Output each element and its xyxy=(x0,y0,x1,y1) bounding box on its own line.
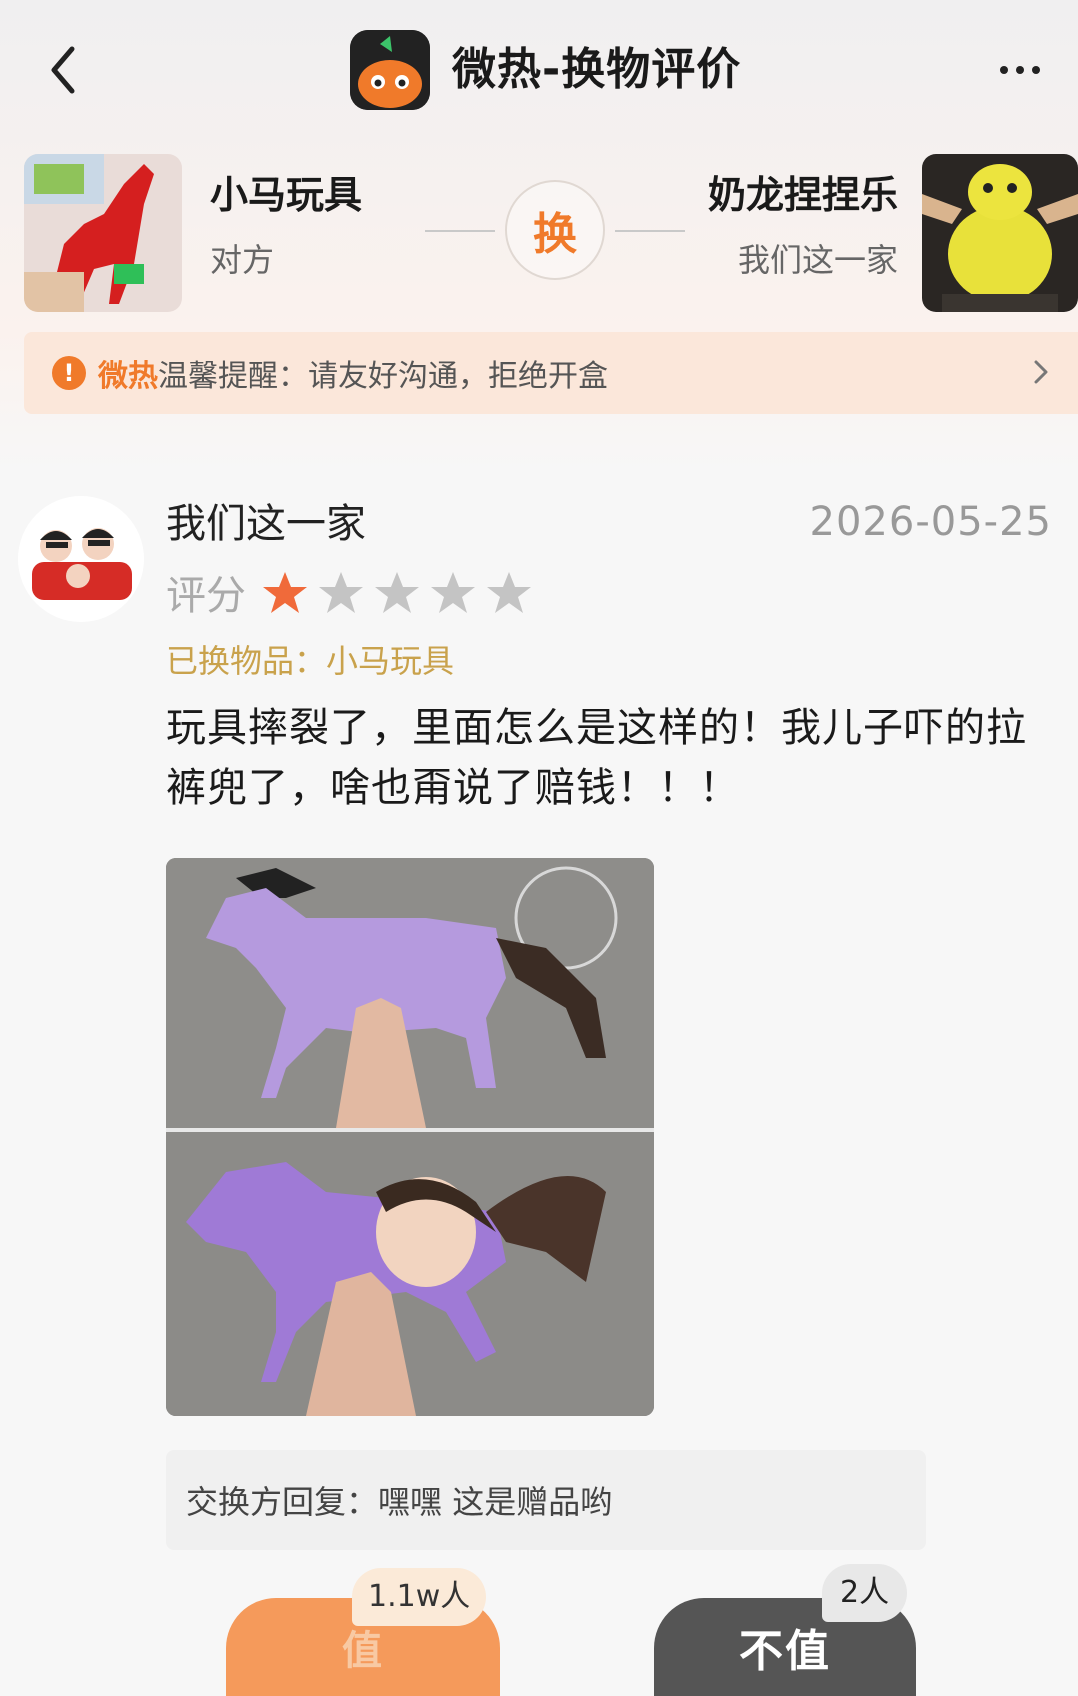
reply-label: 交换方回复： xyxy=(186,1483,379,1521)
header: 微热-换物评价 xyxy=(0,0,1078,140)
reminder-brand: 微热 xyxy=(98,359,158,394)
left-item-name: 小马玩具 xyxy=(210,173,363,217)
more-options-button[interactable] xyxy=(990,50,1050,90)
warning-icon: ! xyxy=(52,356,86,390)
reminder-bar[interactable]: ! 微热 温馨提醒：请友好沟通，拒绝开盒 xyxy=(24,332,1078,414)
dot-icon xyxy=(1032,66,1040,74)
app-logo xyxy=(350,30,430,110)
star-empty-icon xyxy=(487,572,531,613)
photo-panel-bottom xyxy=(166,1132,654,1416)
reminder-text: 温馨提醒：请友好沟通，拒绝开盒 xyxy=(158,359,608,394)
not-worth-label: 不值 xyxy=(739,1626,831,1677)
dot-icon xyxy=(1016,66,1024,74)
rating-label: 评分 xyxy=(166,573,246,619)
review-date: 2026-05-25 xyxy=(809,499,1052,545)
avatar[interactable] xyxy=(18,496,144,622)
dot-icon xyxy=(1000,66,1008,74)
seller-reply: 交换方回复： 嘿嘿 这是赠品哟 xyxy=(166,1450,926,1550)
reviewer-name: 我们这一家 xyxy=(166,501,366,547)
rating-stars xyxy=(262,570,532,616)
exchanged-item-label: 已换物品： xyxy=(166,642,327,680)
star-empty-icon xyxy=(319,572,363,613)
exchanged-item-line: 已换物品：小马玩具 xyxy=(166,636,454,686)
star-empty-icon xyxy=(375,572,419,613)
swap-line-right xyxy=(615,230,685,232)
star-empty-icon xyxy=(431,572,475,613)
chevron-left-icon xyxy=(51,46,75,94)
exchange-summary: 小马玩具 对方 换 奶龙捏捏乐 我们这一家 xyxy=(0,150,1078,320)
right-item-name: 奶龙捏捏乐 xyxy=(707,173,898,217)
not-worth-count-badge: 2人 xyxy=(822,1564,908,1622)
chevron-right-icon xyxy=(1034,360,1048,384)
photo-panel-top xyxy=(166,858,654,1128)
swap-badge: 换 xyxy=(505,180,605,280)
swap-line-left xyxy=(425,230,495,232)
star-filled-icon xyxy=(263,572,307,613)
back-button[interactable] xyxy=(38,40,88,100)
exchanged-item-name[interactable]: 小马玩具 xyxy=(326,642,454,680)
worth-count-badge: 1.1w人 xyxy=(352,1568,487,1626)
left-item-thumbnail[interactable] xyxy=(24,154,182,312)
review-text: 玩具摔裂了，里面怎么是这样的！我儿子吓的拉裤兜了，啥也甭说了赔钱！！！ xyxy=(166,705,1027,811)
page-title: 微热-换物评价 xyxy=(452,44,742,95)
right-item-thumbnail[interactable] xyxy=(922,154,1078,312)
reply-text: 嘿嘿 这是赠品哟 xyxy=(378,1483,613,1521)
right-item-owner: 我们这一家 xyxy=(737,241,898,279)
left-item-owner: 对方 xyxy=(210,241,275,279)
worth-label: 值 xyxy=(342,1628,384,1674)
review-photo[interactable] xyxy=(166,858,654,1416)
